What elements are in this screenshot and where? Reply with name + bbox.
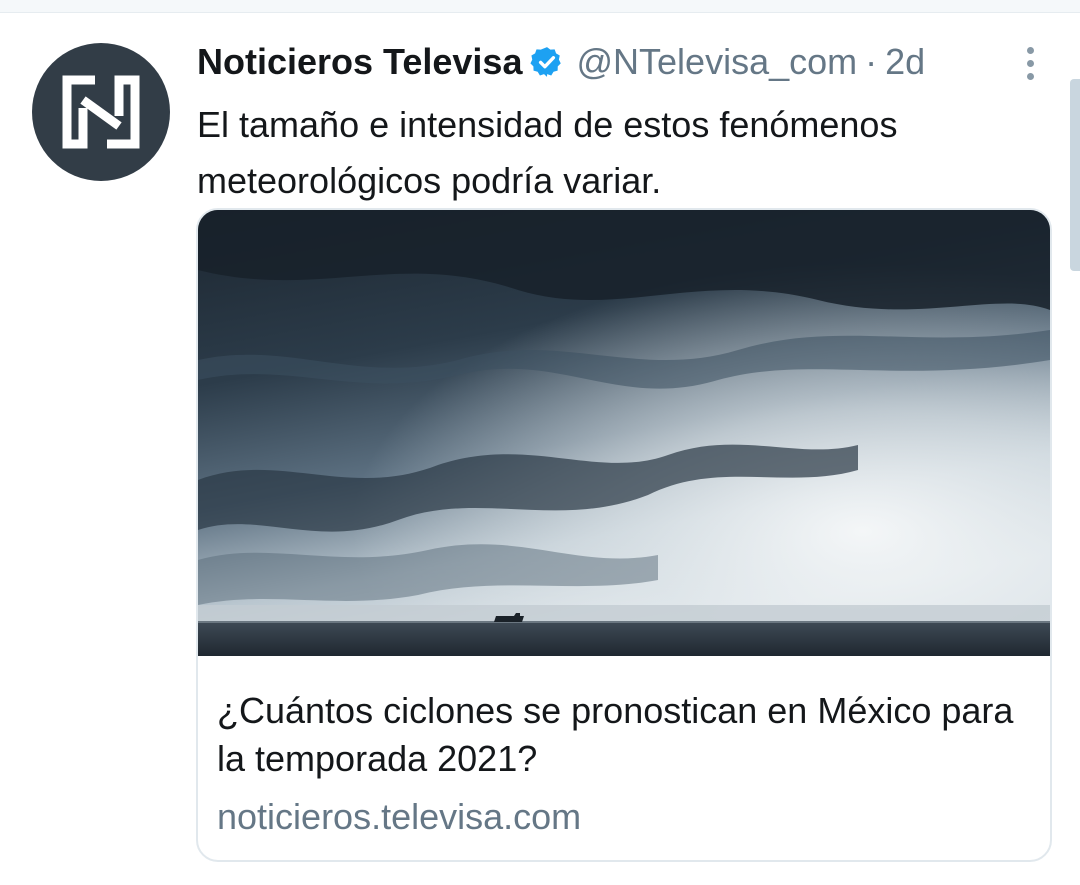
top-divider: [0, 0, 1080, 13]
tweet[interactable]: Noticieros Televisa @NTelevisa_com · 2d …: [0, 13, 1080, 885]
scrollbar[interactable]: [1070, 79, 1080, 271]
tweet-header: Noticieros Televisa @NTelevisa_com · 2d: [197, 38, 925, 86]
verified-badge-icon: [530, 47, 562, 77]
link-card[interactable]: ¿Cuántos ciclones se pronostican en Méxi…: [196, 208, 1052, 862]
avatar[interactable]: [32, 43, 170, 181]
card-title[interactable]: ¿Cuántos ciclones se pronostican en Méxi…: [217, 687, 1037, 783]
header-separator: ·: [865, 41, 878, 82]
more-vertical-icon[interactable]: [1018, 41, 1042, 91]
author-handle[interactable]: @NTelevisa_com: [576, 38, 857, 86]
storm-clouds-over-sea-image[interactable]: [198, 210, 1050, 656]
card-url[interactable]: noticieros.televisa.com: [217, 793, 581, 841]
tweet-timestamp[interactable]: 2d: [885, 38, 925, 86]
tweet-text: El tamaño e intensidad de estos fenómeno…: [197, 104, 898, 201]
noticieros-logo-icon: [62, 75, 140, 149]
author-display-name[interactable]: Noticieros Televisa: [197, 38, 522, 86]
